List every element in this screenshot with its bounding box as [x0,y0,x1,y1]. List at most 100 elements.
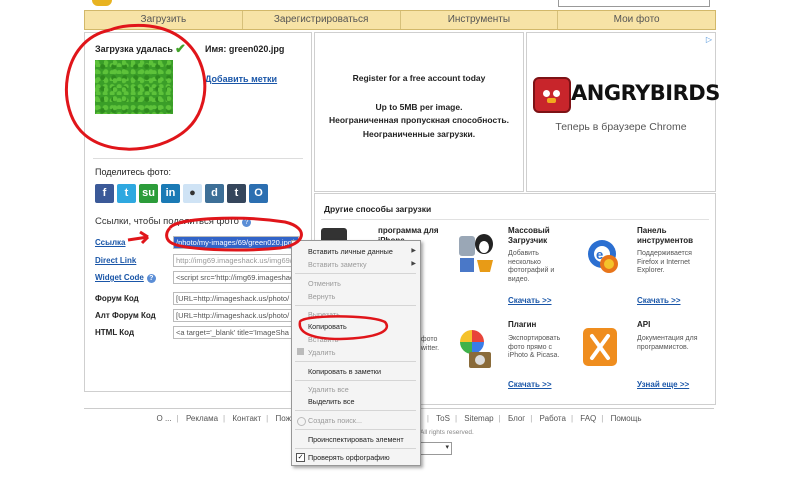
alt-forum-code-label: Алт Форум Код [95,311,156,320]
linkedin-icon[interactable]: in [161,184,180,203]
menu-separator [295,361,416,362]
digg-icon[interactable]: d [205,184,224,203]
menu-item-paste[interactable]: Вставить [308,335,338,344]
html-code-field[interactable]: <a target='_blank' title='ImageSha [173,326,299,339]
footer-link-sitemap[interactable]: Sitemap [464,414,493,423]
angry-bird-icon [533,77,571,113]
menu-separator [295,305,416,306]
footer-link-blog[interactable]: Блог [508,414,525,423]
twitter-icon[interactable]: t [117,184,136,203]
footer-link-about[interactable]: О ... [157,414,172,423]
other-methods-title: Другие способы загрузки [324,204,432,214]
menu-item-create-search[interactable]: Создать поиск... [308,416,362,425]
nav-register[interactable]: Зарегистрироваться [243,11,401,29]
bulk-uploader-icon [457,230,495,274]
menu-item-cut[interactable]: Вырезать [308,310,340,319]
register-promo: Register for a free account today Up to … [314,32,524,192]
submenu-arrow-icon: ▶ [411,261,416,267]
upload-result-panel: Загрузка удалась ✔ Имя: green020.jpg Доб… [84,32,312,392]
nav-my-photos[interactable]: Мои фото [558,11,715,29]
share-links-title-text: Ссылки, чтобы поделиться фото [95,216,239,227]
reddit-icon[interactable]: ● [183,184,202,203]
menu-item-paste-note[interactable]: Вставить заметку [308,260,367,269]
menu-item-inspect[interactable]: Проинспектировать элемент [308,435,404,444]
stumbleupon-icon[interactable]: su [139,184,158,203]
widget-code-label-text: Widget Code [95,273,144,282]
menu-separator [295,448,416,449]
help-icon[interactable]: ? [241,218,251,227]
register-line-3: Неограниченная пропускная способность. [329,115,509,125]
card-api-title: API [637,320,651,329]
share-icons: f t su in ● d t O [95,184,268,203]
menu-item-copy[interactable]: Копировать [308,322,347,331]
menu-item-paste-personal[interactable]: Вставить личные данные [308,247,393,256]
register-line-4: Неограниченные загрузки. [362,129,476,139]
logo[interactable] [92,0,112,6]
image-thumbnail[interactable] [95,60,173,114]
tumblr-icon[interactable]: t [227,184,246,203]
card-plugin-desc: Экспортировать фото прямо с iPhoto & Pic… [508,335,561,359]
browser-toolbar-icon: e [583,234,621,278]
facebook-icon[interactable]: f [95,184,114,203]
plugin-icon [457,322,495,368]
card-api-desc: Документация для программистов. [637,335,698,351]
checkbox-checked-icon[interactable]: ✓ [296,453,305,462]
search-icon [297,417,306,426]
register-line-1[interactable]: Register for a free account today [315,73,523,83]
ad-choices-icon[interactable]: ▷ [706,35,712,44]
link-field[interactable]: /photo/my-images/69/green020.jpg/ [173,236,299,249]
footer-link-faq[interactable]: FAQ [580,414,596,423]
api-icon [583,328,617,366]
menu-separator [295,380,416,381]
register-line-2: Up to 5MB per image. [375,102,463,112]
menu-item-delete-all[interactable]: Удалить все [308,385,349,394]
menu-item-redo[interactable]: Вернуть [308,292,335,301]
footer-link-ads[interactable]: Реклама [186,414,218,423]
link-label[interactable]: Ссылка [95,238,126,247]
card-plugin-title: Плагин [508,320,537,329]
menu-separator [295,429,416,430]
card-bulk-download-link[interactable]: Скачать >> [508,296,552,305]
add-tags-link[interactable]: Добавить метки [205,74,277,84]
forum-code-field[interactable]: [URL=http://imageshack.us/photo/ [173,292,299,305]
footer-link-help[interactable]: Помощь [611,414,642,423]
card-toolbar-desc: Поддерживается Firefox и Internet Explor… [637,250,692,274]
share-title: Поделитесь фото: [95,167,171,177]
menu-separator [295,410,416,411]
other-share-icon[interactable]: O [249,184,268,203]
menu-separator [295,273,416,274]
menu-item-delete[interactable]: Удалить [308,348,335,357]
upload-status: Загрузка удалась [95,44,173,54]
search-input[interactable] [558,0,710,7]
card-bulk-desc: Добавить несколько фотографий и видео. [508,250,555,283]
ad-subtitle: Теперь в браузере Chrome [555,121,687,133]
card-toolbar-download-link[interactable]: Скачать >> [637,296,681,305]
ad-banner[interactable]: ▷ ANGRYBIRDS Теперь в браузере Chrome [526,32,720,192]
alt-forum-code-field[interactable]: [URL=http://imageshack.us/photo/ [173,309,299,322]
widget-code-label[interactable]: Widget Code? [95,273,156,283]
menu-item-select-all[interactable]: Выделить все [308,397,354,406]
menu-item-spellcheck[interactable]: Проверять орфографию [308,453,390,462]
menu-item-copy-to-notes[interactable]: Копировать в заметки [308,367,381,376]
delete-icon [297,348,304,355]
footer-link-tos[interactable]: ToS [436,414,450,423]
checkmark-icon: ✔ [175,41,186,56]
footer-link-contact[interactable]: Контакт [232,414,261,423]
menu-item-undo[interactable]: Отменить [308,279,341,288]
language-select[interactable]: ▾ [420,442,452,455]
card-api-learn-more-link[interactable]: Узнай еще >> [637,380,689,389]
widget-code-field[interactable]: <script src='http://img69.imageshack [173,271,299,284]
divider [93,158,303,159]
copyright: All rights reserved. [420,429,474,436]
card-bulk-title: Массовый Загрузчик [508,226,550,245]
help-icon[interactable]: ? [146,274,156,283]
direct-link-label[interactable]: Direct Link [95,256,136,265]
chevron-down-icon: ▾ [445,444,449,451]
filename-label: Имя: green020.jpg [205,44,285,54]
footer-link-jobs[interactable]: Работа [540,414,566,423]
forum-code-label: Форум Код [95,294,139,303]
nav-tools[interactable]: Инструменты [401,11,559,29]
direct-link-field[interactable]: http://img69.imageshack.us/img69/ [173,254,299,267]
nav-upload[interactable]: Загрузить [85,11,243,29]
card-plugin-download-link[interactable]: Скачать >> [508,380,552,389]
